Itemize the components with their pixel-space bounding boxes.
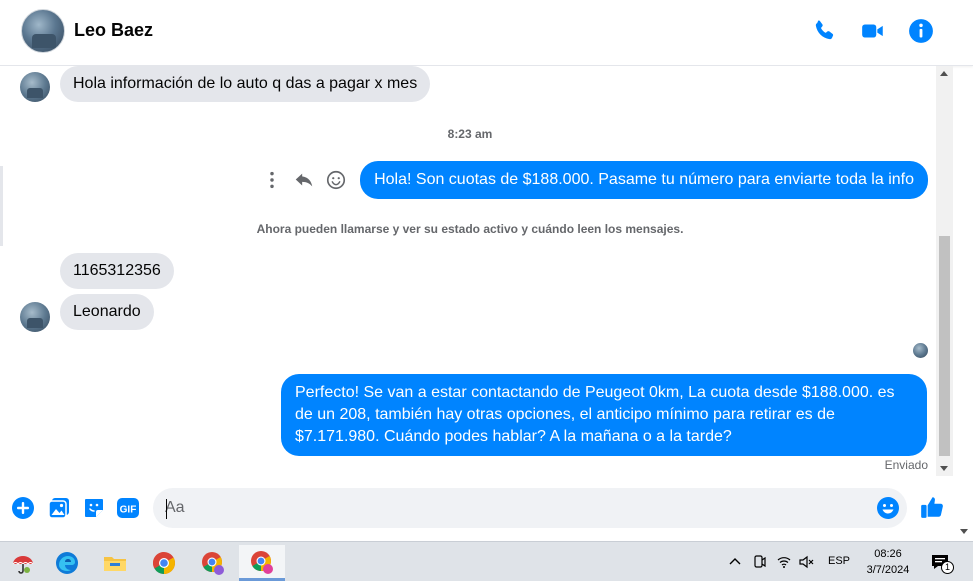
incoming-message[interactable]: 1165312356 <box>60 253 174 289</box>
taskbar-file-explorer-icon[interactable] <box>92 545 138 581</box>
conversation-header: Leo Baez <box>0 0 973 66</box>
show-hidden-icons-chevron-icon[interactable] <box>728 555 742 569</box>
message-input[interactable] <box>165 488 865 528</box>
more-actions-plus-icon[interactable] <box>11 496 35 520</box>
contact-avatar[interactable] <box>21 9 65 53</box>
scroll-down-arrow-icon[interactable] <box>940 466 948 471</box>
taskbar-chrome-profile-icon[interactable] <box>190 545 236 581</box>
notification-center-icon[interactable]: 1 <box>930 552 954 574</box>
volume-muted-icon[interactable] <box>798 554 814 570</box>
message-composer: GIF <box>0 482 953 536</box>
clock-time: 08:26 <box>874 548 902 560</box>
message-list[interactable]: Hola información de lo auto q das a paga… <box>0 66 940 476</box>
message-status: Enviado <box>884 458 928 472</box>
read-receipt-avatar <box>913 343 928 358</box>
chat-scrollbar[interactable] <box>936 66 953 476</box>
taskbar-edge-icon[interactable] <box>44 545 90 581</box>
reply-icon[interactable] <box>293 169 315 191</box>
phone-call-icon[interactable] <box>811 18 837 44</box>
clock-date: 3/7/2024 <box>866 564 910 576</box>
message-input-container[interactable] <box>153 488 907 528</box>
more-options-icon[interactable] <box>261 169 283 191</box>
text-caret <box>166 499 167 519</box>
incoming-message[interactable]: Leonardo <box>60 294 154 330</box>
taskbar-clock[interactable]: 08:26 3/7/2024 <box>858 546 918 578</box>
taskbar-chrome-icon[interactable] <box>141 545 187 581</box>
contact-avatar-small[interactable] <box>20 302 50 332</box>
wifi-icon[interactable] <box>776 554 792 570</box>
emoji-icon[interactable] <box>876 496 900 520</box>
info-icon[interactable] <box>908 18 934 44</box>
sticker-icon[interactable] <box>82 496 106 520</box>
taskbar-chrome-active-icon[interactable] <box>239 545 285 581</box>
scroll-thumb[interactable] <box>939 236 950 456</box>
windows-taskbar: ESP 08:26 3/7/2024 1 <box>0 541 973 581</box>
video-call-icon[interactable] <box>860 18 886 44</box>
gif-icon[interactable]: GIF <box>116 496 140 520</box>
notification-count-badge: 1 <box>941 561 954 574</box>
outgoing-message[interactable]: Perfecto! Se van a estar contactando de … <box>281 374 927 456</box>
contact-name[interactable]: Leo Baez <box>74 20 153 41</box>
incoming-message[interactable]: Hola información de lo auto q das a paga… <box>60 66 431 102</box>
like-thumbs-up-icon[interactable] <box>919 494 945 520</box>
contact-avatar-small[interactable] <box>20 72 50 102</box>
message-actions <box>261 169 347 191</box>
outgoing-message[interactable]: Hola! Son cuotas de $188.000. Pasame tu … <box>360 161 928 199</box>
message-timestamp: 8:23 am <box>447 127 493 141</box>
react-emoji-icon[interactable] <box>325 169 347 191</box>
page-scroll-down-icon[interactable] <box>960 529 968 534</box>
messenger-window: Leo Baez Hola información de lo auto q d… <box>0 0 973 581</box>
chat-notice: Ahora pueden llamarse y ver su estado ac… <box>256 222 684 236</box>
meet-now-icon[interactable] <box>752 554 768 570</box>
attach-photo-icon[interactable] <box>47 496 71 520</box>
gif-label: GIF <box>120 505 137 516</box>
taskbar-app-umbrella-icon[interactable] <box>0 545 46 581</box>
scroll-up-arrow-icon[interactable] <box>940 71 948 76</box>
input-language[interactable]: ESP <box>828 555 850 567</box>
